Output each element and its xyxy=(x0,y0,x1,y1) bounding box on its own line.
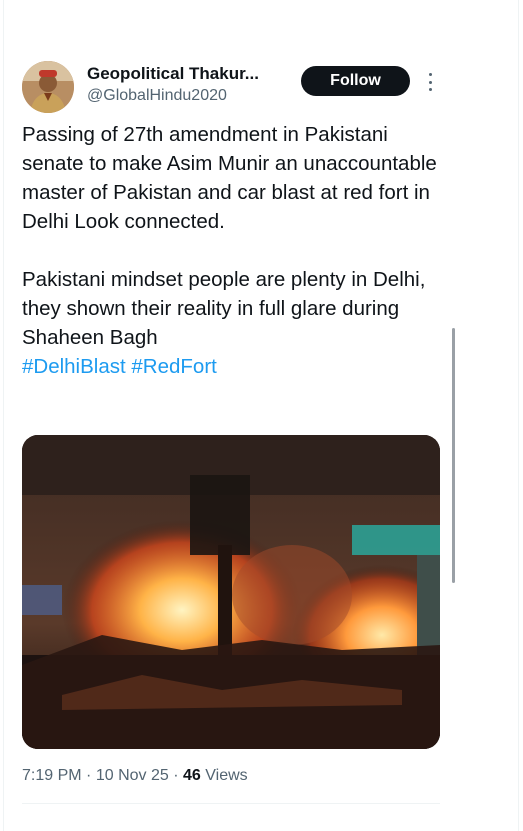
tweet-time[interactable]: 7:19 PM xyxy=(22,767,82,784)
follow-button[interactable]: Follow xyxy=(301,66,410,96)
timeline-border-left xyxy=(3,0,4,831)
scrollbar[interactable] xyxy=(452,328,455,583)
more-dot xyxy=(428,73,432,76)
avatar[interactable] xyxy=(22,61,74,113)
tweet-date[interactable]: 10 Nov 25 xyxy=(96,767,169,784)
meta-separator: · xyxy=(173,767,183,784)
hashtag-link[interactable]: #DelhiBlast xyxy=(22,355,126,378)
tweet-paragraph-1: Passing of 27th amendment in Pakistani s… xyxy=(22,123,437,233)
more-vertical-icon[interactable] xyxy=(423,70,437,94)
timeline-border-right xyxy=(518,0,519,831)
divider xyxy=(22,803,440,804)
views-count: 46 xyxy=(183,767,201,784)
meta-separator: · xyxy=(86,767,96,784)
tweet-text: Passing of 27th amendment in Pakistani s… xyxy=(22,120,437,381)
more-dot xyxy=(428,80,432,84)
author-handle[interactable]: @GlobalHindu2020 xyxy=(87,87,227,105)
tweet-paragraph-2: Pakistani mindset people are plenty in D… xyxy=(22,268,426,349)
tweet-media-image[interactable] xyxy=(22,435,440,749)
hashtag-link[interactable]: #RedFort xyxy=(131,355,216,378)
author-display-name[interactable]: Geopolitical Thakur... xyxy=(87,64,259,84)
tweet-hashtags: #DelhiBlast #RedFort xyxy=(22,352,437,381)
more-dot xyxy=(428,88,432,91)
views-label: Views xyxy=(205,767,248,784)
tweet-metadata: 7:19 PM · 10 Nov 25 · 46 Views xyxy=(22,767,248,785)
